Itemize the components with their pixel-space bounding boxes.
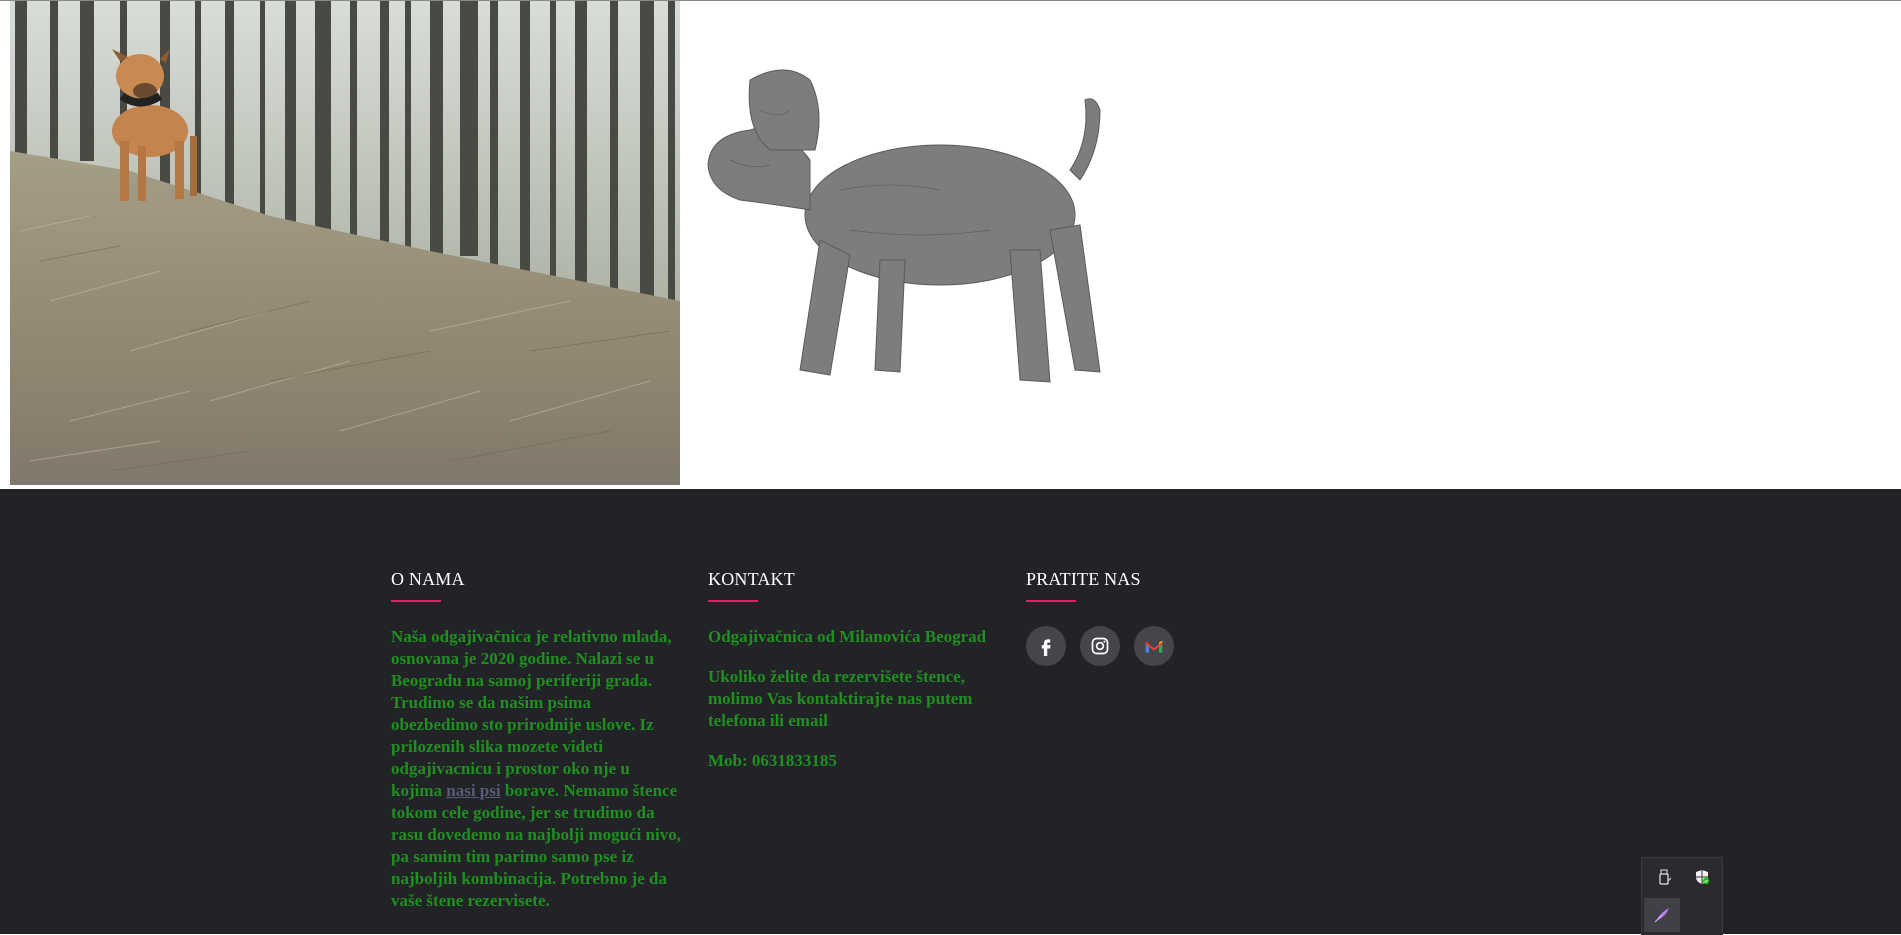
follow-section: PRATITE NAS — [1026, 569, 1316, 666]
our-dogs-link[interactable]: nasi psi — [446, 781, 500, 800]
phone-number: Mob: 0631833185 — [708, 751, 837, 770]
facebook-icon — [1041, 639, 1051, 656]
reservation-text: Ukoliko želite da rezervišete štence, mo… — [708, 667, 973, 730]
about-title: O NAMA — [391, 569, 465, 589]
instagram-button[interactable] — [1080, 626, 1120, 666]
about-section: O NAMA Naša odgajivačnica je relativno m… — [391, 569, 681, 912]
site-footer: O NAMA Naša odgajivačnica je relativno m… — [0, 489, 1901, 934]
sketch-dog-image — [690, 40, 1190, 440]
about-title-underline — [391, 600, 441, 602]
usb-drive-icon — [1659, 869, 1672, 885]
follow-title: PRATITE NAS — [1026, 569, 1141, 589]
security-button[interactable] — [1684, 860, 1720, 894]
system-tray-popup — [1641, 857, 1723, 935]
facebook-button[interactable] — [1026, 626, 1066, 666]
about-text-part2: borave. Nemamo štence tokom cele godine,… — [391, 781, 681, 910]
feather-pen-icon — [1654, 908, 1669, 923]
instagram-icon — [1091, 637, 1109, 655]
contact-section: KONTAKT Odgajivačnica od Milanovića Beog… — [708, 569, 1008, 772]
about-text-part1: Naša odgajivačnica je relativno mlada, o… — [391, 627, 672, 800]
shield-icon — [1696, 870, 1710, 885]
contact-title-underline — [708, 600, 758, 602]
forest-photo — [10, 1, 680, 485]
follow-title-underline — [1026, 600, 1076, 602]
contact-title: KONTAKT — [708, 569, 795, 589]
pen-button[interactable] — [1644, 898, 1680, 932]
usb-drive-button[interactable] — [1646, 860, 1682, 894]
kennel-name: Odgajivačnica od Milanovića Beograd — [708, 627, 987, 646]
about-text: Naša odgajivačnica je relativno mlada, o… — [391, 626, 681, 912]
gmail-button[interactable] — [1134, 626, 1174, 666]
social-links — [1026, 626, 1316, 666]
gmail-icon — [1145, 640, 1163, 653]
